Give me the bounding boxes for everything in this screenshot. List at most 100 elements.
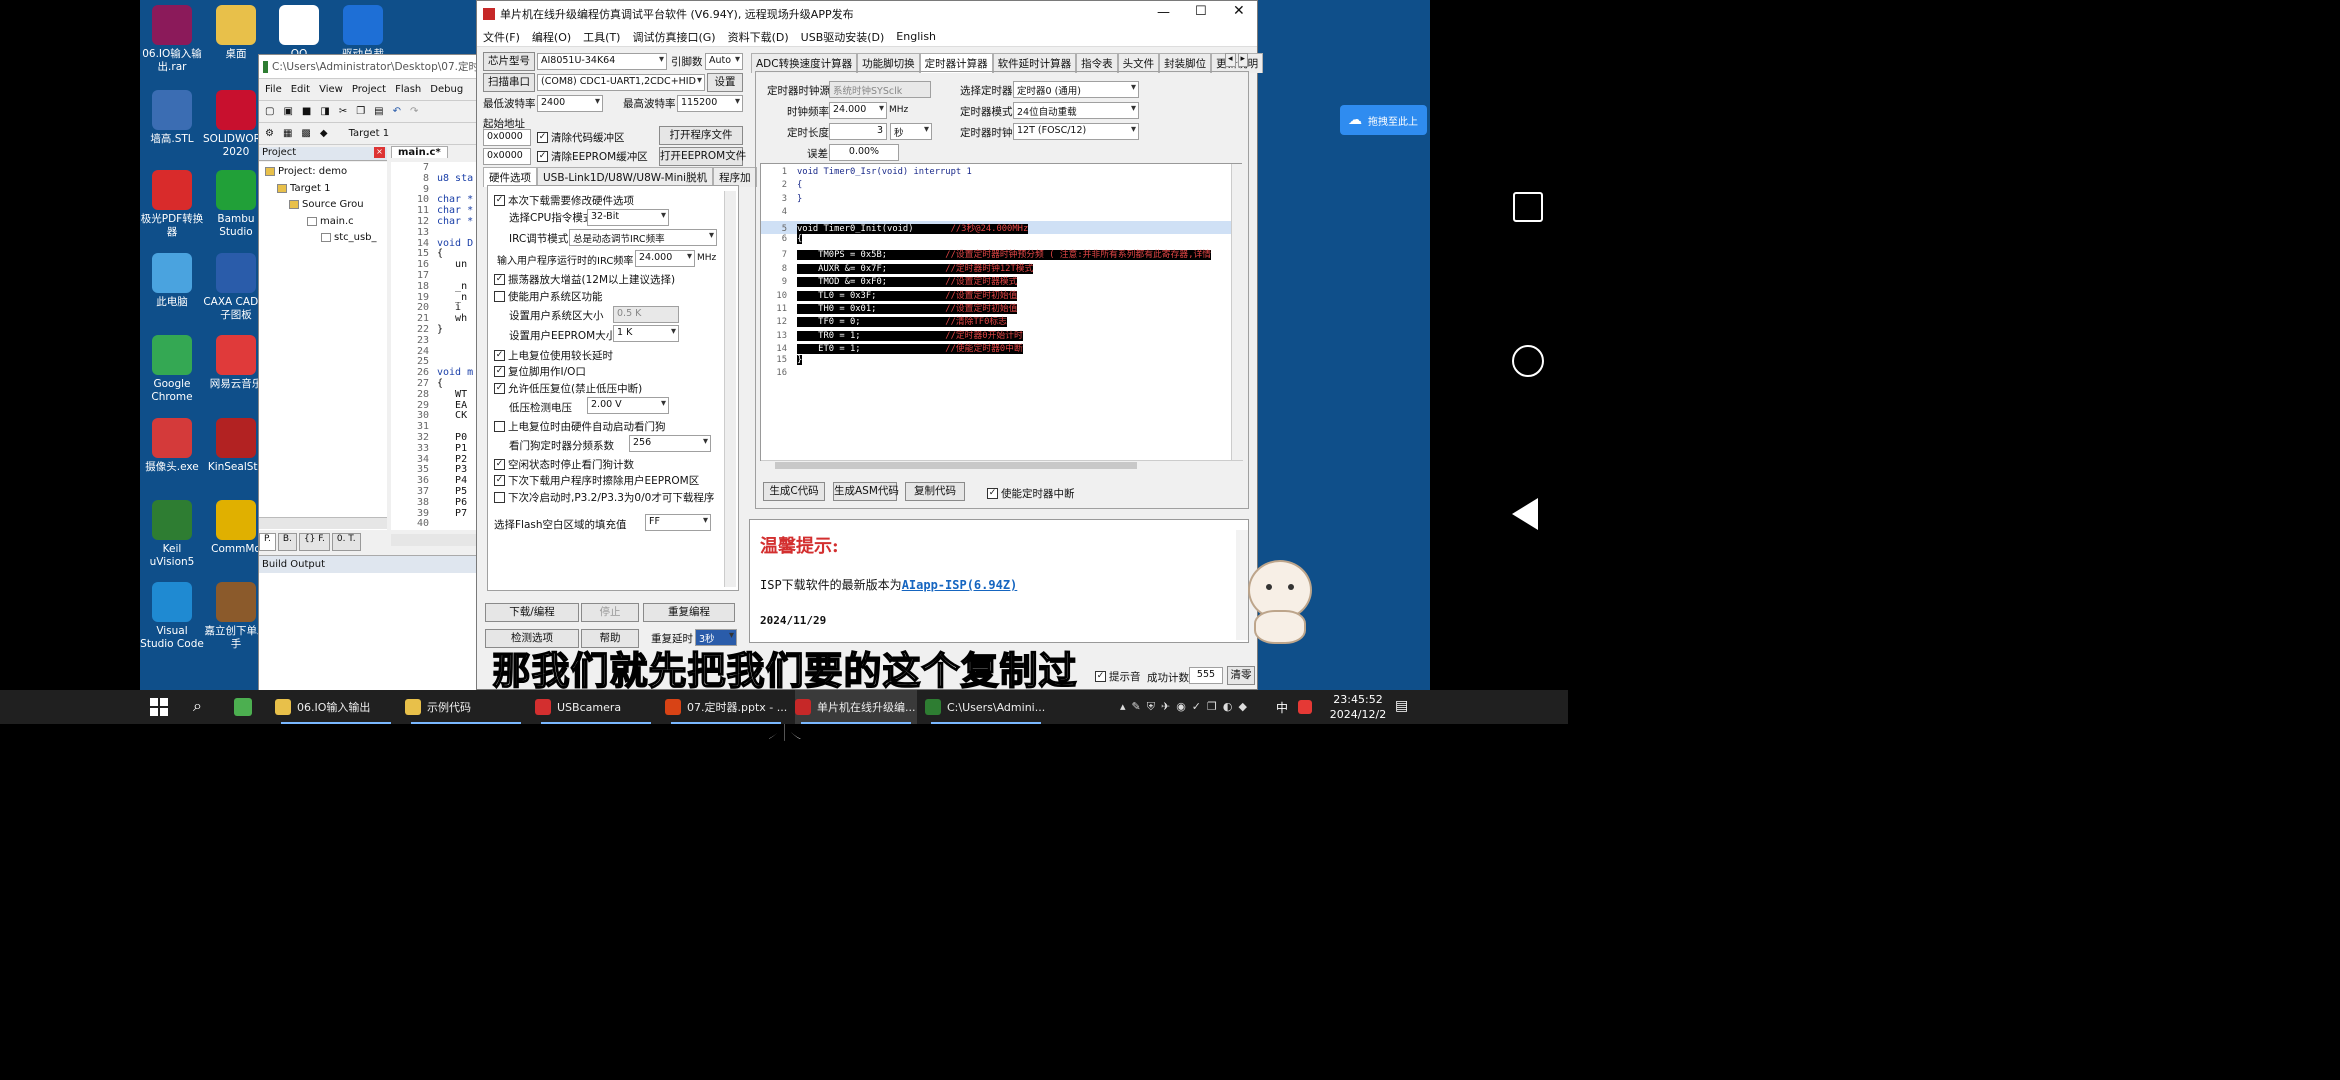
checkbox-box[interactable] <box>494 492 505 503</box>
timer-clock-select[interactable]: 12T (FOSC/12) <box>1013 123 1139 140</box>
cut-icon[interactable]: ✂ <box>339 106 347 117</box>
generate-c-code-button[interactable]: 生成C代码 <box>763 482 825 501</box>
keil-menu-item[interactable]: File <box>265 84 282 95</box>
keil-menu-item[interactable]: Flash <box>395 84 421 95</box>
generate-asm-code-button[interactable]: 生成ASM代码 <box>833 482 899 501</box>
oscillator-gain-checkbox[interactable]: ✓ 振荡器放大增益(12M以上建议选择) <box>494 272 675 287</box>
sogou-icon[interactable] <box>1298 700 1312 714</box>
left-tab[interactable]: 硬件选项 <box>483 167 537 187</box>
erase-eeprom-checkbox[interactable]: ✓ 下次下载用户程序时擦除用户EEPROM区 <box>494 473 699 488</box>
irc-frequency-input[interactable]: 24.000 <box>635 250 695 267</box>
rebuild-icon[interactable]: ▦ <box>283 128 292 139</box>
checkbox-box[interactable]: ✓ <box>494 366 505 377</box>
timer-length-input[interactable]: 3 <box>829 123 887 140</box>
project-bottom-tab[interactable]: B. <box>277 533 297 551</box>
tips-version-link[interactable]: AIapp-ISP(6.94Z) <box>902 578 1018 592</box>
target-select[interactable]: Target 1 <box>349 128 389 139</box>
checkbox-box[interactable] <box>494 421 505 432</box>
max-baud-select[interactable]: 115200 <box>677 95 743 112</box>
recent-apps-icon[interactable] <box>1513 192 1543 222</box>
tree-file-stc-usb[interactable]: stc_usb_ <box>321 232 377 243</box>
modify-hw-options-checkbox[interactable]: ✓ 本次下载需要修改硬件选项 <box>494 193 634 208</box>
right-tab[interactable]: 封装脚位 <box>1159 53 1212 73</box>
notification-icon[interactable]: ▤ <box>1395 698 1408 714</box>
tree-hscrollbar[interactable] <box>259 517 387 529</box>
stop-button[interactable]: 停止 <box>581 603 639 622</box>
redo-icon[interactable]: ↷ <box>410 106 418 117</box>
keil-editor[interactable]: 7 8 u8 sta 9 10 char * 11 char * 12 char * 13 14 voi… <box>391 162 481 530</box>
idle-stop-watchdog-checkbox[interactable]: ✓ 空闲状态时停止看门狗计数 <box>494 457 634 472</box>
checkbox-box[interactable]: ✓ <box>494 383 505 394</box>
copy-code-button[interactable]: 复制代码 <box>905 482 965 501</box>
tab-scroll-left-icon[interactable]: ◂ <box>1225 53 1236 67</box>
desktop-icon[interactable]: QQ <box>266 5 332 61</box>
code-start-address[interactable]: 0x0000 <box>483 129 531 146</box>
close-button[interactable]: ✕ <box>1233 3 1245 19</box>
right-tab[interactable]: 功能脚切换 <box>857 53 920 73</box>
min-baud-select[interactable]: 2400 <box>537 95 603 112</box>
save-icon[interactable]: ■ <box>302 106 311 117</box>
desktop-icon[interactable]: 此电脑 <box>139 253 205 309</box>
keil-menu-item[interactable]: Debug <box>430 84 463 95</box>
code-hscrollbar[interactable] <box>761 460 1243 470</box>
select-timer-select[interactable]: 定时器0 (通用) <box>1013 81 1139 98</box>
batch-build-icon[interactable]: ▩ <box>301 128 310 139</box>
low-voltage-select[interactable]: 2.00 V <box>587 397 669 414</box>
right-tab[interactable]: ADC转换速度计算器 <box>751 53 858 73</box>
open-program-file-button[interactable]: 打开程序文件 <box>659 126 743 145</box>
search-icon[interactable]: ⌕ <box>193 696 202 716</box>
timer-length-unit-select[interactable]: 秒 <box>890 123 932 140</box>
tray-icons[interactable]: ▴✎⛨✈◉✓❐◐◆ <box>1120 700 1253 714</box>
desktop-icon[interactable]: 墙高.STL <box>139 90 205 146</box>
eeprom-size-select[interactable]: 1 K <box>613 325 679 342</box>
stc-menu-item[interactable]: 编程(O) <box>532 29 571 45</box>
clear-count-button[interactable]: 清零 <box>1227 666 1255 685</box>
clock-source-select[interactable]: 系统时钟SYSclk <box>829 81 931 98</box>
stc-menu-item[interactable]: USB驱动安装(D) <box>801 29 885 45</box>
open-eeprom-file-button[interactable]: 打开EEPROM文件 <box>659 147 746 166</box>
checkbox-box[interactable]: ✓ <box>1095 671 1106 682</box>
beep-checkbox[interactable]: ✓ 提示音 <box>1095 669 1141 684</box>
settings-button[interactable]: 设置 <box>707 73 743 92</box>
desktop-icon[interactable]: Keil uVision5 <box>139 500 205 569</box>
stc-menu-item[interactable]: English <box>896 30 936 43</box>
home-icon[interactable] <box>1512 345 1544 377</box>
taskbar-app[interactable]: 示例代码 <box>405 690 527 724</box>
clear-code-buffer-checkbox[interactable]: ✓ 清除代码缓冲区 <box>537 130 625 145</box>
tree-file-main[interactable]: main.c <box>307 216 354 227</box>
stc-menu-item[interactable]: 资料下载(D) <box>728 29 789 45</box>
tree-source-group[interactable]: Source Grou <box>289 199 364 210</box>
repeat-program-button[interactable]: 重复编程 <box>643 603 735 622</box>
back-icon[interactable] <box>1512 498 1538 530</box>
wechat-icon[interactable] <box>234 698 252 716</box>
project-bottom-tab[interactable]: P. <box>259 533 276 551</box>
scan-port-button[interactable]: 扫描串口 <box>483 73 535 92</box>
right-tab[interactable]: 头文件 <box>1117 53 1160 73</box>
reset-pin-io-checkbox[interactable]: ✓ 复位脚用作I/O口 <box>494 364 586 379</box>
system-area-size-select[interactable]: 0.5 K <box>613 306 679 323</box>
clear-eeprom-buffer-checkbox[interactable]: ✓ 清除EEPROM缓冲区 <box>537 149 648 164</box>
code-hscroll-thumb[interactable] <box>775 462 1137 469</box>
low-voltage-reset-checkbox[interactable]: ✓ 允许低压复位(禁止低压中断) <box>494 381 642 396</box>
chip-model-select[interactable]: AI8051U-34K64 <box>537 53 667 70</box>
project-bottom-tab[interactable]: {} F. <box>298 533 330 551</box>
panel-close-icon[interactable]: × <box>374 147 385 158</box>
auto-watchdog-checkbox[interactable]: 上电复位时由硬件自动启动看门狗 <box>494 419 666 434</box>
desktop-icon[interactable]: Visual Studio Code <box>139 582 205 651</box>
right-tab[interactable]: 指令表 <box>1076 53 1118 73</box>
enable-timer-interrupt-checkbox[interactable]: ✓ 使能定时器中断 <box>987 486 1075 501</box>
user-system-area-checkbox[interactable]: 使能用户系统区功能 <box>494 289 603 304</box>
cold-start-p32-p33-checkbox[interactable]: 下次冷启动时,P3.2/P3.3为0/0才可下载程序 <box>494 490 714 505</box>
right-tab[interactable]: 定时器计算器 <box>919 53 993 73</box>
copy-icon[interactable]: ❐ <box>356 106 365 117</box>
eeprom-start-address[interactable]: 0x0000 <box>483 148 531 165</box>
tab-scroll-right-icon[interactable]: ▸ <box>1237 53 1249 67</box>
clock-time[interactable]: 23:45:52 <box>1330 693 1386 706</box>
desktop-icon[interactable]: 摄像头.exe <box>139 418 205 474</box>
keil-menu-item[interactable]: View <box>319 84 343 95</box>
left-tab[interactable]: USB-Link1D/U8W/U8W-Mini脱机 <box>537 167 714 187</box>
build-icon[interactable]: ⚙ <box>265 128 274 139</box>
checkbox-box[interactable]: ✓ <box>494 274 505 285</box>
load-icon[interactable]: ◆ <box>320 128 328 139</box>
checkbox-box[interactable]: ✓ <box>494 475 505 486</box>
